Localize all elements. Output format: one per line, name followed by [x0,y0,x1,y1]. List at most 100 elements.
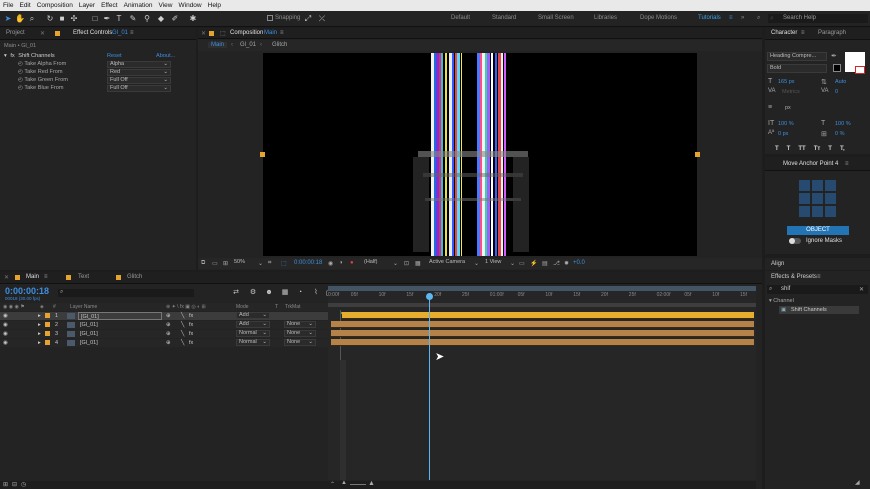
flow-item-glitch[interactable]: Glitch [272,42,287,48]
panel-menu-icon[interactable]: ≡ [130,30,134,36]
eye-icon[interactable]: ◉ [3,312,8,320]
panel-menu-icon[interactable]: ≡ [845,161,849,167]
graph-editor-icon[interactable]: ⌇ [311,288,321,298]
no-stroke-swatch[interactable] [855,66,865,74]
faux-bold-button[interactable]: T [775,146,779,152]
timeline-search-input[interactable]: ⌕ [58,289,194,297]
quality-switch-icon[interactable]: ╲ [181,321,184,329]
tracking-value[interactable]: 0 [835,89,838,95]
snap-options-icon[interactable]: ⤢ [303,14,313,24]
workspace-menu-icon[interactable]: ≡ [729,15,733,21]
superscript-button[interactable]: T [828,146,832,152]
leading-value[interactable]: Auto [835,79,846,85]
camera-tool-icon[interactable]: ■ [57,14,67,24]
frame-blending-icon[interactable]: ▦ [280,288,290,298]
views-dropdown[interactable]: 1 View [483,259,513,267]
menu-help[interactable]: Help [208,2,221,9]
composition-viewer[interactable] [263,53,697,256]
expand-modes-icon[interactable]: ⊟ [12,481,17,488]
comp-mini-flowchart-icon[interactable]: ⇄ [231,288,241,298]
layer-duration-bar[interactable] [331,339,754,346]
layer-duration-bar[interactable] [331,330,754,337]
quality-switch-icon[interactable]: ╲ [181,330,184,338]
lock-icon[interactable]: ⬚ [220,30,226,37]
track-area[interactable]: 0:00f 05f 10f 15f 20f 25f 01:00f 05f 10f 15f 20f 25… [328,286,756,480]
time-ruler[interactable]: 0:00f 05f 10f 15f 20f 25f 01:00f 05f 10f 15f 20f 25… [328,291,756,303]
workspace-tutorials[interactable]: Tutorials [698,15,721,21]
camera-dropdown[interactable]: Active Camera [427,259,477,267]
tab-close-icon[interactable]: ✕ [201,30,206,37]
trkmat-header[interactable]: TrkMat [285,304,300,310]
roto-brush-tool-icon[interactable]: ✐ [170,14,180,24]
faux-italic-button[interactable]: T [787,146,791,152]
snapshot-icon[interactable]: ◉ [328,260,333,267]
shy-switch-icon[interactable]: ⊕ [166,312,171,320]
pan-behind-tool-icon[interactable]: ✣ [69,14,79,24]
workspace-dope-motions[interactable]: Dope Motions [640,15,677,21]
stroke-color-swatch[interactable] [833,64,841,72]
expand-triangle-icon[interactable]: ▸ [38,330,41,338]
menu-animation[interactable]: Animation [124,2,153,9]
motion-blur-icon[interactable]: ◔ [295,288,305,298]
quality-switch-icon[interactable]: ╲ [181,312,184,320]
stroke-unit[interactable]: px [785,105,791,111]
tab-project[interactable]: Project [6,30,25,36]
fast-preview-icon[interactable]: ⚡ [530,260,537,267]
trkmat-dropdown[interactable]: None ⌄ [284,321,316,328]
layer-row[interactable]: ◉ ▸ 3 [Gl_01] ⊕ ╲ fx Normal ⌄ None ⌄ [0,330,328,338]
anchor-middle-left-button[interactable] [799,193,810,204]
shy-switch-icon[interactable]: ⊕ [166,339,171,347]
flow-item-main[interactable]: Main [208,42,228,48]
menu-window[interactable]: Window [179,2,202,9]
clone-stamp-tool-icon[interactable]: ⚲ [142,14,152,24]
fx-switch-icon[interactable]: fx [189,339,193,347]
anchor-middle-right-button[interactable] [825,193,836,204]
vertical-scale-value[interactable]: 100 % [778,121,794,127]
fx-switch-icon[interactable]: fx [189,321,193,329]
monitor-icon[interactable]: ▭ [212,260,218,267]
tab-close-icon[interactable]: ✕ [40,30,45,37]
menu-layer[interactable]: Layer [79,2,95,9]
baseline-shift-value[interactable]: 0 px [778,131,788,137]
selection-tool-icon[interactable]: ➤ [3,14,13,24]
layer-name-field[interactable]: [Gl_01] [78,339,162,347]
effect-header[interactable]: ▾ fx Shift Channels [4,52,55,60]
type-tool-icon[interactable]: T [114,14,124,24]
puppet-tool-icon[interactable]: ✱ [188,14,198,24]
expand-triangle-icon[interactable]: ▾ [4,53,7,59]
expand-time-icon[interactable]: ◷ [21,481,26,488]
tab-text[interactable]: Text [78,274,89,280]
color-channel-icon[interactable]: ● [350,260,354,266]
layer-row[interactable]: ◉ ▸ 2 [Gl_01] ⊕ ╲ fx Add ⌄ None ⌄ [0,321,328,329]
expand-triangle-icon[interactable]: ▸ [38,339,41,347]
tab-main[interactable]: Main [26,274,39,280]
expand-triangle-icon[interactable]: ▸ [38,312,41,320]
take-alpha-dropdown[interactable]: Alpha ⌄ [107,61,171,68]
layer-name-field[interactable]: [Gl_01] [78,321,162,329]
menu-file[interactable]: File [3,2,13,9]
snapping-checkbox[interactable] [267,15,273,21]
layer-mode-dropdown[interactable]: Normal ⌄ [236,339,270,346]
horizontal-scale-value[interactable]: 100 % [835,121,851,127]
layer-duration-bar[interactable] [342,312,754,319]
expand-triangle-icon[interactable]: ▸ [38,321,41,329]
layer-duration-bar[interactable] [331,321,754,328]
align-title[interactable]: Align [771,261,784,267]
snap-magnet-icon[interactable]: ⤫ [317,14,327,24]
trkmat-dropdown[interactable]: None ⌄ [284,339,316,346]
search-help-field[interactable]: ⌕ Search Help [768,14,868,23]
anchor-top-right-button[interactable] [825,180,836,191]
panel-menu-icon[interactable]: ≡ [817,274,821,280]
viewer-timecode[interactable]: 0:00:00:18 [294,260,322,266]
menu-composition[interactable]: Composition [37,2,73,9]
shy-layers-icon[interactable]: ☻ [264,288,274,298]
region-icon[interactable]: ⬚ [281,260,287,267]
fit-icon[interactable]: ⌗ [268,260,271,267]
always-preview-icon[interactable]: ⧉ [201,260,205,267]
panel-menu-icon[interactable]: ≡ [44,274,48,280]
subscript-button[interactable]: T, [840,146,845,152]
workspace-default[interactable]: Default [451,15,470,21]
tab-close-icon[interactable]: ✕ [4,274,9,281]
anchor-bottom-right-button[interactable] [825,206,836,217]
shy-switch-icon[interactable]: ⊕ [166,330,171,338]
